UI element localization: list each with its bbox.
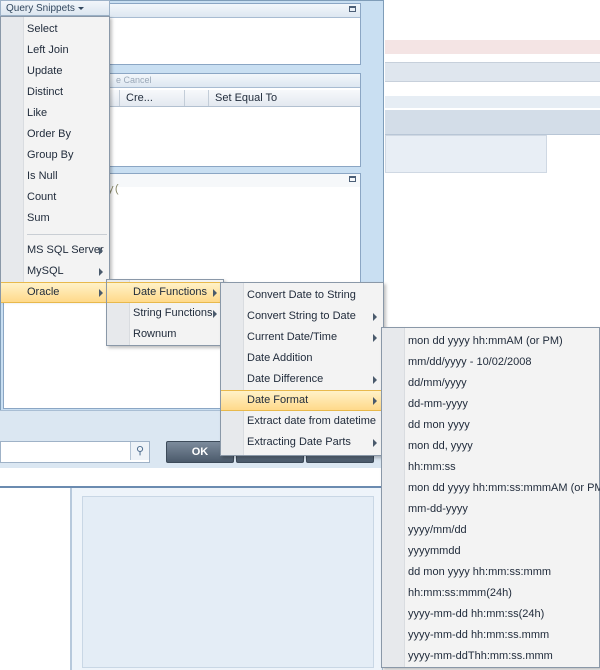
- menu-item-rownum[interactable]: Rownum: [107, 324, 223, 345]
- menu-item-label: Date Format: [247, 394, 309, 406]
- menu-item-update[interactable]: Update: [1, 61, 109, 82]
- menu-item-order-by[interactable]: Order By: [1, 124, 109, 145]
- menu-item-date-format[interactable]: mm-dd-yyyy: [382, 499, 599, 520]
- menu-item-current-date-time[interactable]: Current Date/Time: [221, 327, 383, 348]
- chevron-right-icon: [99, 246, 103, 255]
- chevron-right-icon: [213, 288, 217, 297]
- menu-item-date-format[interactable]: dd mon yyyy hh:mm:ss:mmm: [382, 562, 599, 583]
- menu-item-date-format[interactable]: dd/mm/yyyy: [382, 373, 599, 394]
- menu-item-mysql[interactable]: MySQL: [1, 261, 109, 282]
- toolbar-fragment[interactable]: e Cancel: [116, 74, 152, 87]
- menu-item-label: Current Date/Time: [247, 331, 338, 343]
- menu-item-label: Date Functions: [133, 286, 207, 298]
- menu-item-label: Extracting Date Parts: [247, 436, 351, 448]
- menu-item-date-format[interactable]: mon dd yyyy hh:mmAM (or PM): [382, 331, 599, 352]
- chevron-right-icon: [373, 375, 377, 384]
- header-band: [385, 96, 600, 108]
- menu-item-label: MySQL: [27, 265, 64, 277]
- menu-item-convert-string-to-date[interactable]: Convert String to Date: [221, 306, 383, 327]
- search-input[interactable]: ⚲: [0, 441, 150, 463]
- menu-item-date-format[interactable]: hh:mm:ss:mmm(24h): [382, 583, 599, 604]
- pin-icon[interactable]: [349, 6, 356, 12]
- chevron-right-icon: [373, 396, 377, 405]
- date-format-submenu: mon dd yyyy hh:mmAM (or PM) mm/dd/yyyy -…: [381, 327, 600, 668]
- chevron-right-icon: [99, 288, 103, 297]
- menu-item-select[interactable]: Select: [1, 19, 109, 40]
- menu-item-date-addition[interactable]: Date Addition: [221, 348, 383, 369]
- menu-item-label: String Functions: [133, 307, 213, 319]
- chevron-right-icon: [99, 267, 103, 276]
- query-snippets-button[interactable]: Query Snippets: [0, 0, 110, 16]
- query-snippets-label: Query Snippets: [6, 3, 75, 14]
- chevron-right-icon: [373, 312, 377, 321]
- menu-item-left-join[interactable]: Left Join: [1, 40, 109, 61]
- menu-item-date-difference[interactable]: Date Difference: [221, 369, 383, 390]
- menu-item-date-functions[interactable]: Date Functions: [107, 282, 223, 303]
- menu-item-group-by[interactable]: Group By: [1, 145, 109, 166]
- menu-separator: [27, 234, 107, 235]
- menu-item-ms-sql-server[interactable]: MS SQL Server: [1, 240, 109, 261]
- menu-item-string-functions[interactable]: String Functions: [107, 303, 223, 324]
- column-header-created[interactable]: Cre...: [119, 90, 156, 106]
- menu-item-date-format[interactable]: hh:mm:ss: [382, 457, 599, 478]
- menu-item-extract-date-from-datetime[interactable]: Extract date from datetime: [221, 411, 383, 432]
- menu-item-convert-date-to-string[interactable]: Convert Date to String: [221, 285, 383, 306]
- menu-item-date-format[interactable]: Date Format: [221, 390, 383, 411]
- menu-item-date-format[interactable]: mm/dd/yyyy - 10/02/2008: [382, 352, 599, 373]
- menu-item-oracle[interactable]: Oracle: [1, 282, 109, 303]
- tab-strip: [385, 110, 600, 135]
- lower-content: [82, 496, 374, 668]
- grid-row: [385, 135, 547, 173]
- toolbar-band: [385, 62, 600, 82]
- menu-item-label: Date Difference: [247, 373, 324, 385]
- menu-item-date-format[interactable]: yyyy-mm-dd hh:mm:ss.mmm: [382, 625, 599, 646]
- query-snippets-menu: Select Left Join Update Distinct Like Or…: [0, 16, 110, 303]
- menu-item-extracting-date-parts[interactable]: Extracting Date Parts: [221, 432, 383, 453]
- menu-item-label: Convert String to Date: [247, 310, 356, 322]
- highlight-row: [385, 40, 600, 54]
- chevron-right-icon: [373, 333, 377, 342]
- date-functions-submenu: Convert Date to String Convert String to…: [220, 282, 384, 456]
- menu-item-is-null[interactable]: Is Null: [1, 166, 109, 187]
- menu-item-date-format[interactable]: mon dd yyyy hh:mm:ss:mmmAM (or PM): [382, 478, 600, 499]
- chevron-down-icon: [77, 6, 84, 10]
- menu-item-date-format[interactable]: yyyymmdd: [382, 541, 599, 562]
- pin-icon[interactable]: [349, 176, 356, 182]
- chevron-right-icon: [373, 438, 377, 447]
- oracle-submenu: Date Functions String Functions Rownum: [106, 279, 224, 346]
- menu-item-sum[interactable]: Sum: [1, 208, 109, 229]
- menu-item-distinct[interactable]: Distinct: [1, 82, 109, 103]
- lower-left-pane: [0, 488, 72, 670]
- menu-item-date-format[interactable]: yyyy-mm-dd hh:mm:ss(24h): [382, 604, 599, 625]
- menu-item-label: MS SQL Server: [27, 244, 104, 256]
- menu-item-date-format[interactable]: yyyy-mm-ddThh:mm:ss.mmm: [382, 646, 599, 667]
- chevron-right-icon: [213, 309, 217, 318]
- menu-item-date-format[interactable]: dd-mm-yyyy: [382, 394, 599, 415]
- search-icon[interactable]: ⚲: [130, 442, 149, 460]
- menu-item-date-format[interactable]: dd mon yyyy: [382, 415, 599, 436]
- menu-item-label: Oracle: [27, 286, 60, 298]
- menu-item-like[interactable]: Like: [1, 103, 109, 124]
- menu-item-date-format[interactable]: mon dd, yyyy: [382, 436, 599, 457]
- column-header-set-equal-to[interactable]: Set Equal To: [208, 90, 365, 106]
- menu-item-count[interactable]: Count: [1, 187, 109, 208]
- menu-item-date-format[interactable]: yyyy/mm/dd: [382, 520, 599, 541]
- lower-right-pane: [72, 488, 383, 670]
